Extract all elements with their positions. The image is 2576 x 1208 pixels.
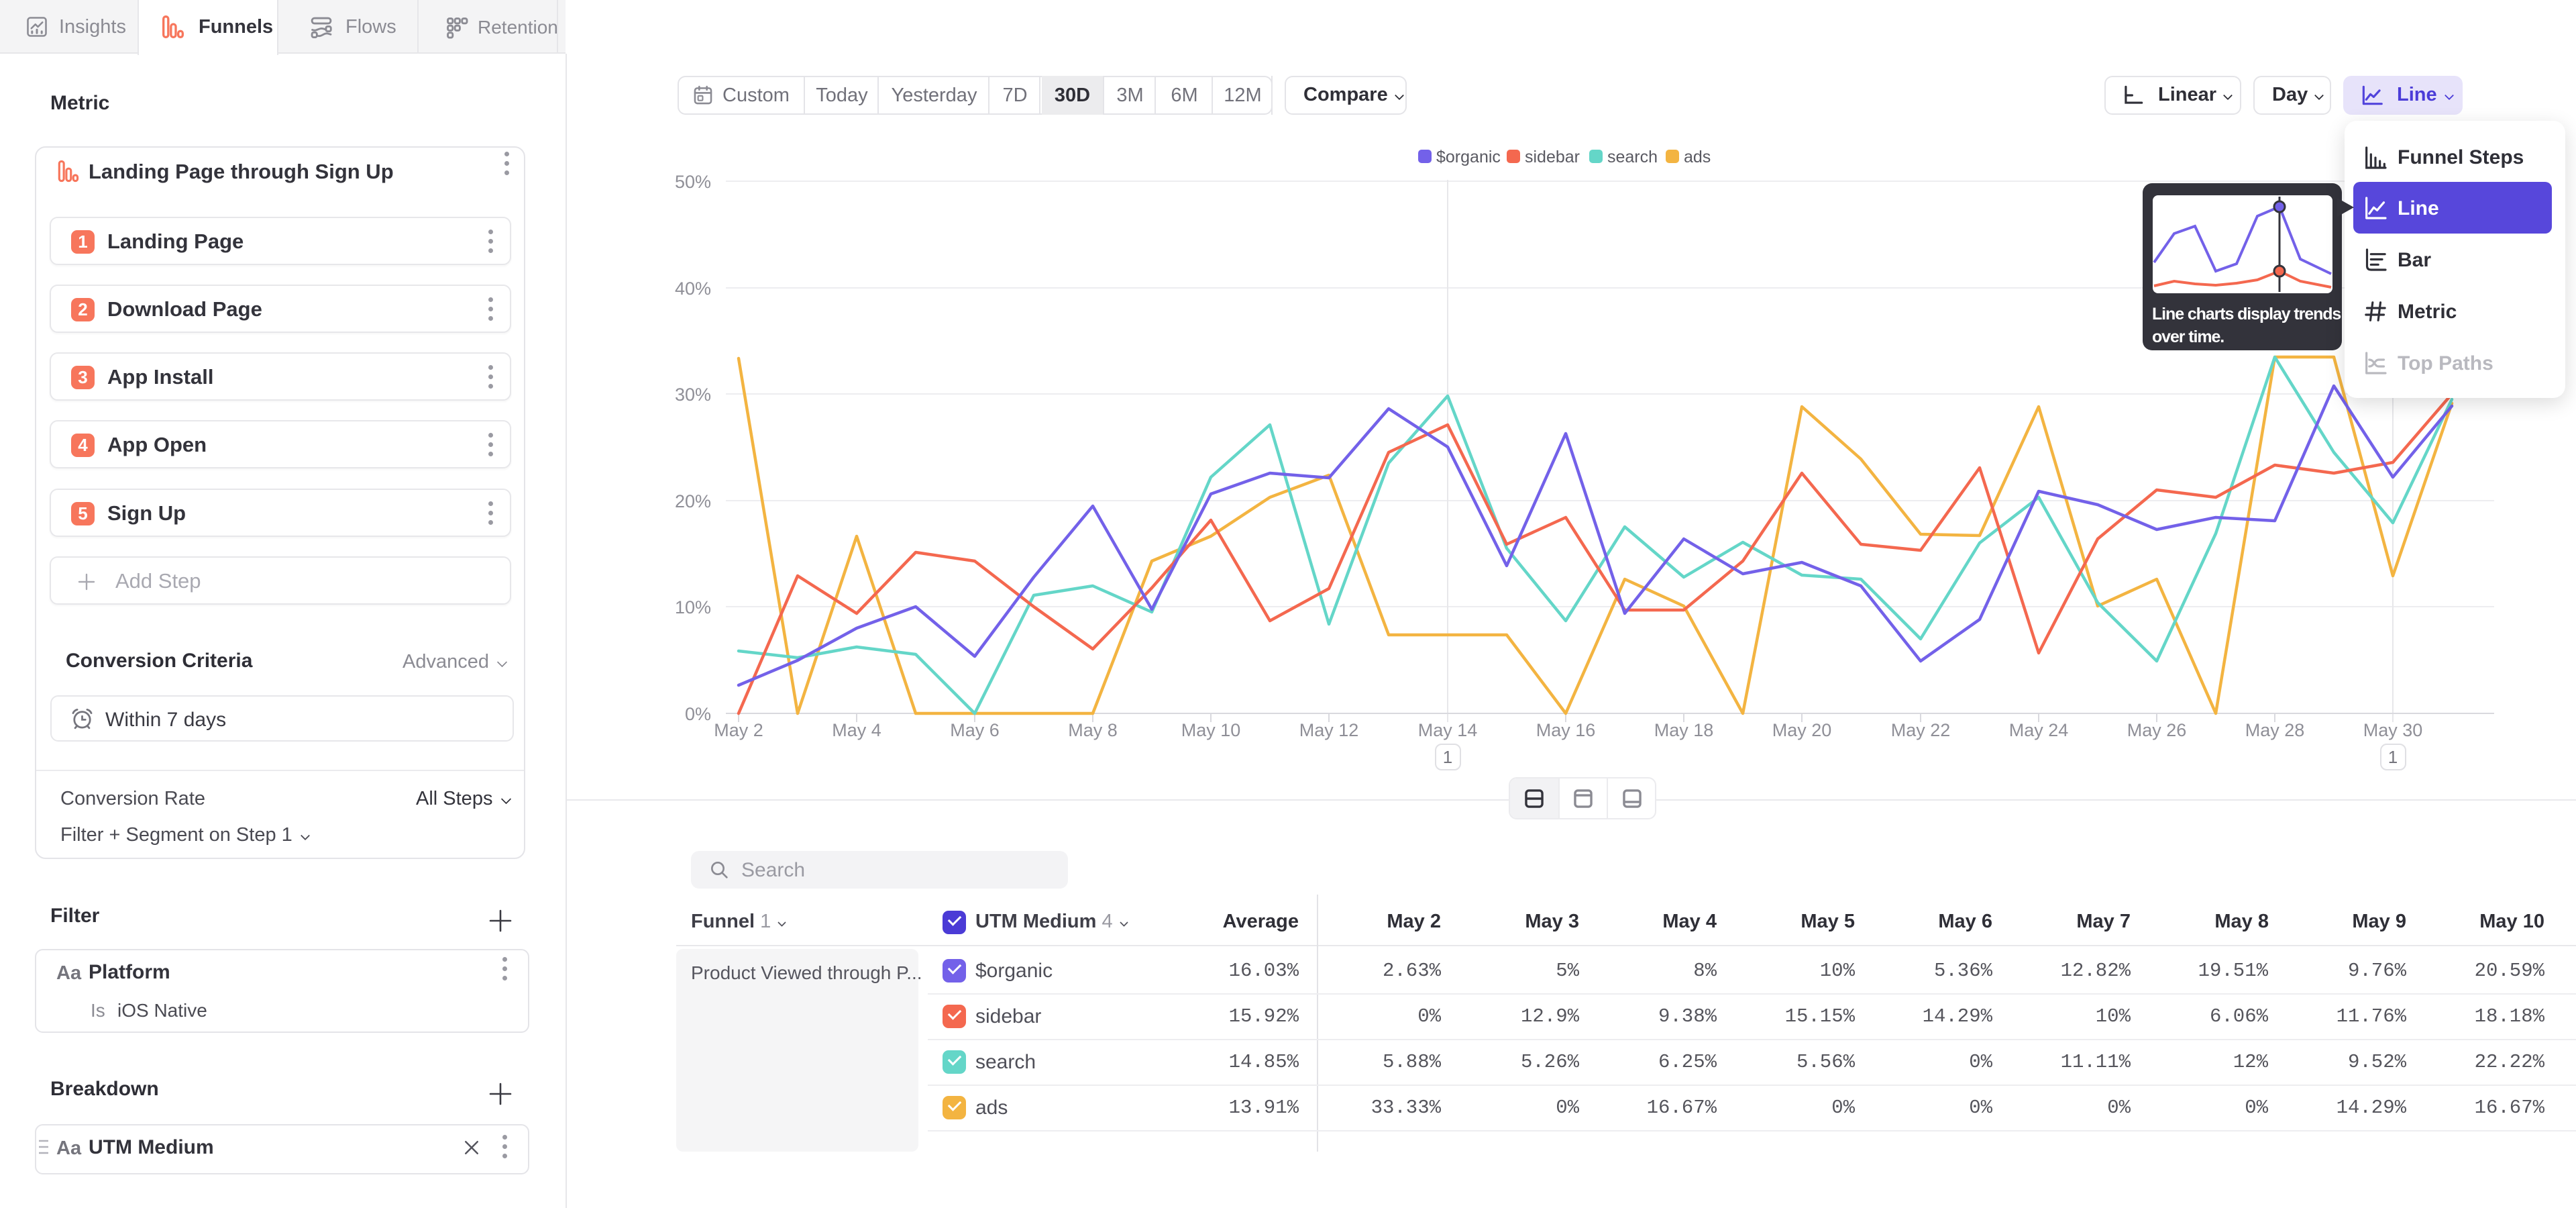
svg-text:May 30: May 30: [2363, 720, 2423, 740]
svg-text:May 16: May 16: [1536, 720, 1596, 740]
svg-text:May 20: May 20: [1772, 720, 1832, 740]
svg-text:May 6: May 6: [950, 720, 1000, 740]
svg-text:1: 1: [2388, 747, 2398, 767]
svg-text:sidebar: sidebar: [1525, 148, 1580, 166]
svg-text:May 28: May 28: [2245, 720, 2305, 740]
svg-text:1: 1: [1443, 747, 1452, 767]
svg-text:20%: 20%: [675, 491, 711, 511]
svg-text:May 10: May 10: [1181, 720, 1241, 740]
svg-text:May 22: May 22: [1891, 720, 1951, 740]
svg-text:May 8: May 8: [1068, 720, 1118, 740]
svg-text:30%: 30%: [675, 385, 711, 405]
svg-text:search: search: [1607, 148, 1658, 166]
svg-text:50%: 50%: [675, 172, 711, 192]
svg-text:May 14: May 14: [1418, 720, 1478, 740]
svg-text:$organic: $organic: [1436, 148, 1501, 166]
svg-text:May 2: May 2: [714, 720, 763, 740]
svg-text:May 24: May 24: [2009, 720, 2069, 740]
svg-text:May 26: May 26: [2127, 720, 2187, 740]
svg-text:May 12: May 12: [1299, 720, 1359, 740]
svg-text:May 4: May 4: [832, 720, 881, 740]
svg-text:40%: 40%: [675, 279, 711, 299]
svg-text:May 18: May 18: [1654, 720, 1714, 740]
svg-text:0%: 0%: [685, 704, 711, 724]
svg-text:10%: 10%: [675, 597, 711, 617]
svg-text:ads: ads: [1684, 148, 1711, 166]
